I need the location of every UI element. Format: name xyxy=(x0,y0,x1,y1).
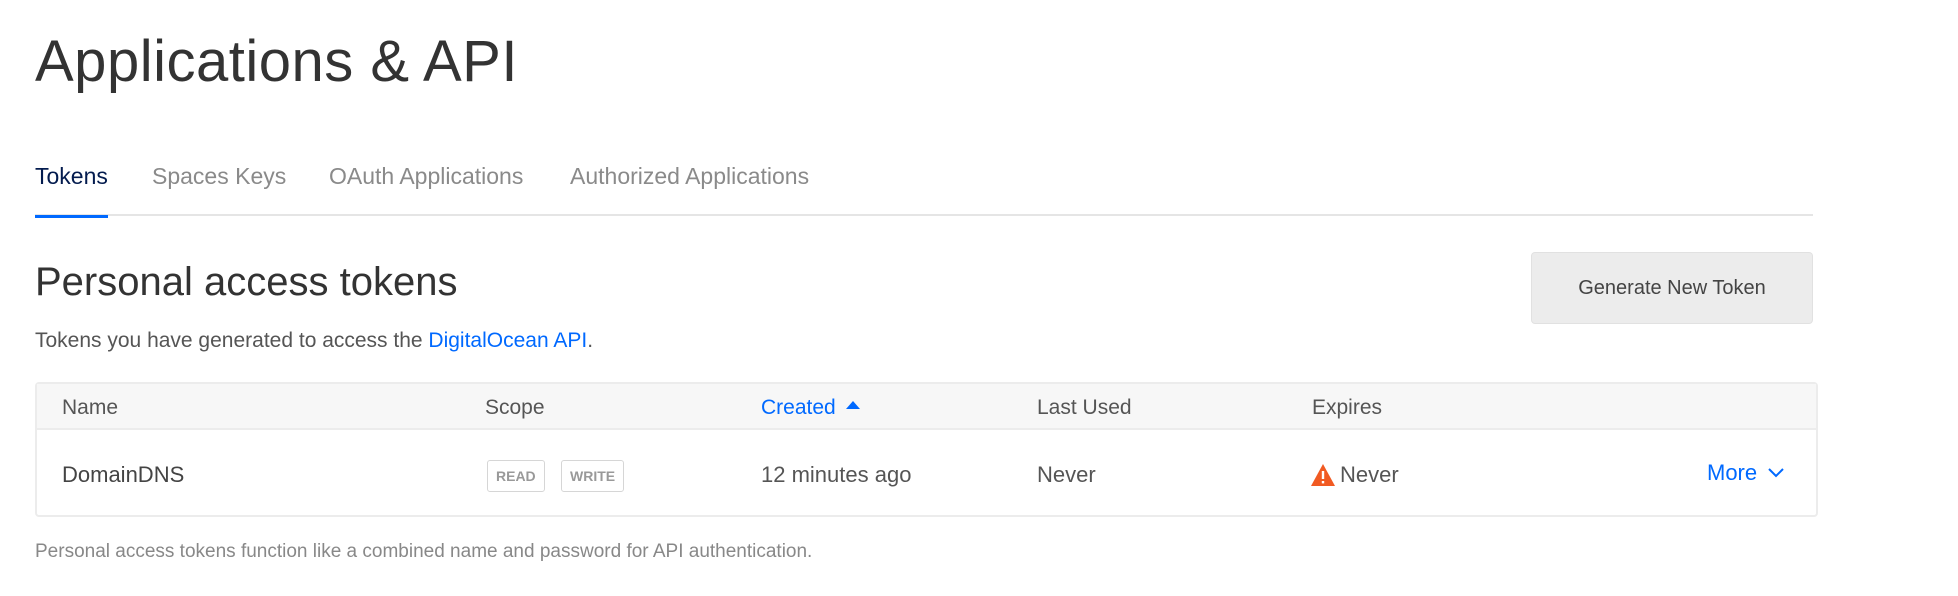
column-header-expires: Expires xyxy=(1312,396,1383,419)
description-suffix: . xyxy=(587,329,594,352)
table-row: DomainDNS READ WRITE 12 minutes ago Neve… xyxy=(37,432,1816,517)
token-name: DomainDNS xyxy=(62,462,185,487)
sort-ascending-icon xyxy=(845,401,860,410)
tokens-table: Name Scope Created Last Used Expires Dom… xyxy=(35,382,1818,517)
token-created: 12 minutes ago xyxy=(761,462,912,487)
column-header-created[interactable]: Created xyxy=(761,396,860,420)
tab-spaces-keys[interactable]: Spaces Keys xyxy=(152,161,286,216)
footnote-text: Personal access tokens function like a c… xyxy=(35,541,813,562)
tab-tokens[interactable]: Tokens xyxy=(35,161,108,218)
tab-authorized-applications[interactable]: Authorized Applications xyxy=(570,161,809,216)
section-description: Tokens you have generated to access the … xyxy=(35,326,593,356)
column-header-name: Name xyxy=(62,396,119,419)
table-header: Name Scope Created Last Used Expires xyxy=(37,384,1816,430)
more-actions-button[interactable]: More xyxy=(1707,460,1785,486)
token-last-used: Never xyxy=(1037,462,1096,487)
digitalocean-api-link[interactable]: DigitalOcean API xyxy=(428,329,587,352)
scope-badge-write: WRITE xyxy=(561,460,625,492)
column-header-scope: Scope xyxy=(485,396,545,419)
chevron-down-icon xyxy=(1768,468,1784,478)
token-expires: Never xyxy=(1310,462,1399,488)
token-expires-value: Never xyxy=(1340,462,1399,487)
tab-bar: Tokens Spaces Keys OAuth Applications Au… xyxy=(35,148,1813,218)
more-label: More xyxy=(1707,460,1758,485)
warning-icon xyxy=(1311,464,1335,486)
description-text: Tokens you have generated to access the xyxy=(35,329,429,352)
column-header-last-used: Last Used xyxy=(1037,396,1132,419)
tab-oauth-applications[interactable]: OAuth Applications xyxy=(329,161,523,216)
page-title: Applications & API xyxy=(35,29,518,94)
generate-new-token-button[interactable]: Generate New Token xyxy=(1531,252,1813,324)
column-header-created-label: Created xyxy=(761,396,836,419)
section-title: Personal access tokens xyxy=(35,260,458,304)
scope-badge-read: READ xyxy=(487,460,545,492)
